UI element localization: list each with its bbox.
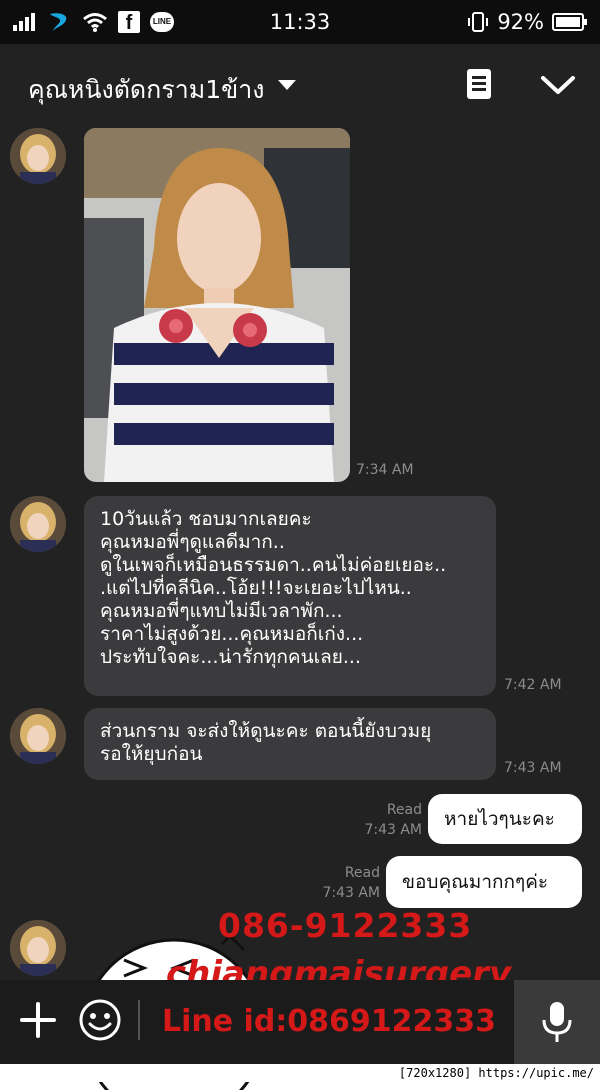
- divider: [138, 1000, 140, 1040]
- mic-icon[interactable]: [539, 1000, 575, 1044]
- read-receipt: Read: [386, 802, 422, 818]
- image-size-text: [720x1280] https://upic.me/: [398, 1066, 594, 1080]
- chat-header: คุณหนิงตัดกราม1ข้าง: [0, 44, 600, 124]
- chat-screen: f LINE 11:33 92% คุณหนิงตัดกราม1ข้าง 7:3…: [0, 0, 600, 1090]
- message-time: 7:43 AM: [322, 885, 380, 901]
- chat-title[interactable]: คุณหนิงตัดกราม1ข้าง: [28, 70, 265, 110]
- watermark-phone: 086-9122333: [218, 906, 473, 945]
- message-bubble: ส่วนกราม จะส่งให้ดูนะคะ ตอนนี้ยังบวมยุ ร…: [84, 708, 496, 780]
- message-time: 7:42 AM: [504, 677, 562, 693]
- avatar[interactable]: [10, 128, 66, 184]
- message-text: คุณหมอพี่ๆแทบไม่มีเวลาพัก...: [100, 600, 343, 622]
- emoji-icon[interactable]: [78, 998, 122, 1042]
- avatar[interactable]: [10, 496, 66, 552]
- message-text: 10วันแล้ว ชอบมากเลยคะ: [100, 508, 312, 530]
- message-text: .แต่ไปที่คลีนิค..โอ้ย!!!จะเยอะไปไหน..: [100, 577, 412, 599]
- read-receipt: Read: [344, 865, 380, 881]
- status-bar: f LINE 11:33 92%: [0, 0, 600, 44]
- message-text: รอให้ยุบก่อน: [100, 743, 203, 765]
- message-text: ขอบคุณมากกๆค่ะ: [402, 871, 549, 893]
- message-time: 7:43 AM: [364, 822, 422, 838]
- outgoing-message-bubble: หายไวๆนะคะ: [428, 794, 582, 844]
- notes-icon[interactable]: [466, 68, 492, 100]
- message-bubble: 10วันแล้ว ชอบมากเลยคะ คุณหมอพี่ๆดูแลดีมา…: [84, 496, 496, 696]
- battery-percentage: 92%: [497, 10, 544, 34]
- message-text: ดูในเพจก็เหมือนธรรมดา..คนไม่ค่อยเยอะ..: [100, 554, 447, 576]
- vibrate-icon: [468, 12, 489, 32]
- message-text: ประทับใจคะ...น่ารักทุกคนเลย...: [100, 646, 361, 668]
- message-text: คุณหมอพี่ๆดูแลดีมาก..: [100, 531, 285, 553]
- plus-icon[interactable]: [18, 1000, 58, 1040]
- watermark-line-id: Line id:0869122333: [162, 1004, 497, 1039]
- message-text: ส่วนกราม จะส่งให้ดูนะคะ ตอนนี้ยังบวมยุ: [100, 720, 432, 742]
- message-time: 7:34 AM: [356, 462, 414, 478]
- message-time: 7:43 AM: [504, 760, 562, 776]
- outgoing-message-bubble: ขอบคุณมากกๆค่ะ: [386, 856, 582, 908]
- chevron-down-icon[interactable]: [540, 74, 576, 96]
- voice-button[interactable]: [514, 980, 600, 1064]
- battery-icon: [552, 13, 587, 31]
- dropdown-caret-icon[interactable]: [278, 80, 296, 90]
- message-text: หายไวๆนะคะ: [444, 808, 555, 830]
- message-text: ราคาไม่สูงด้วย...คุณหมอก็เก่ง...: [100, 623, 364, 645]
- avatar[interactable]: [10, 708, 66, 764]
- avatar[interactable]: [10, 920, 66, 976]
- shared-photo[interactable]: [84, 128, 350, 482]
- image-size-tag: [720x1280] https://upic.me/: [0, 1064, 600, 1082]
- status-icons-right: 92%: [467, 8, 588, 36]
